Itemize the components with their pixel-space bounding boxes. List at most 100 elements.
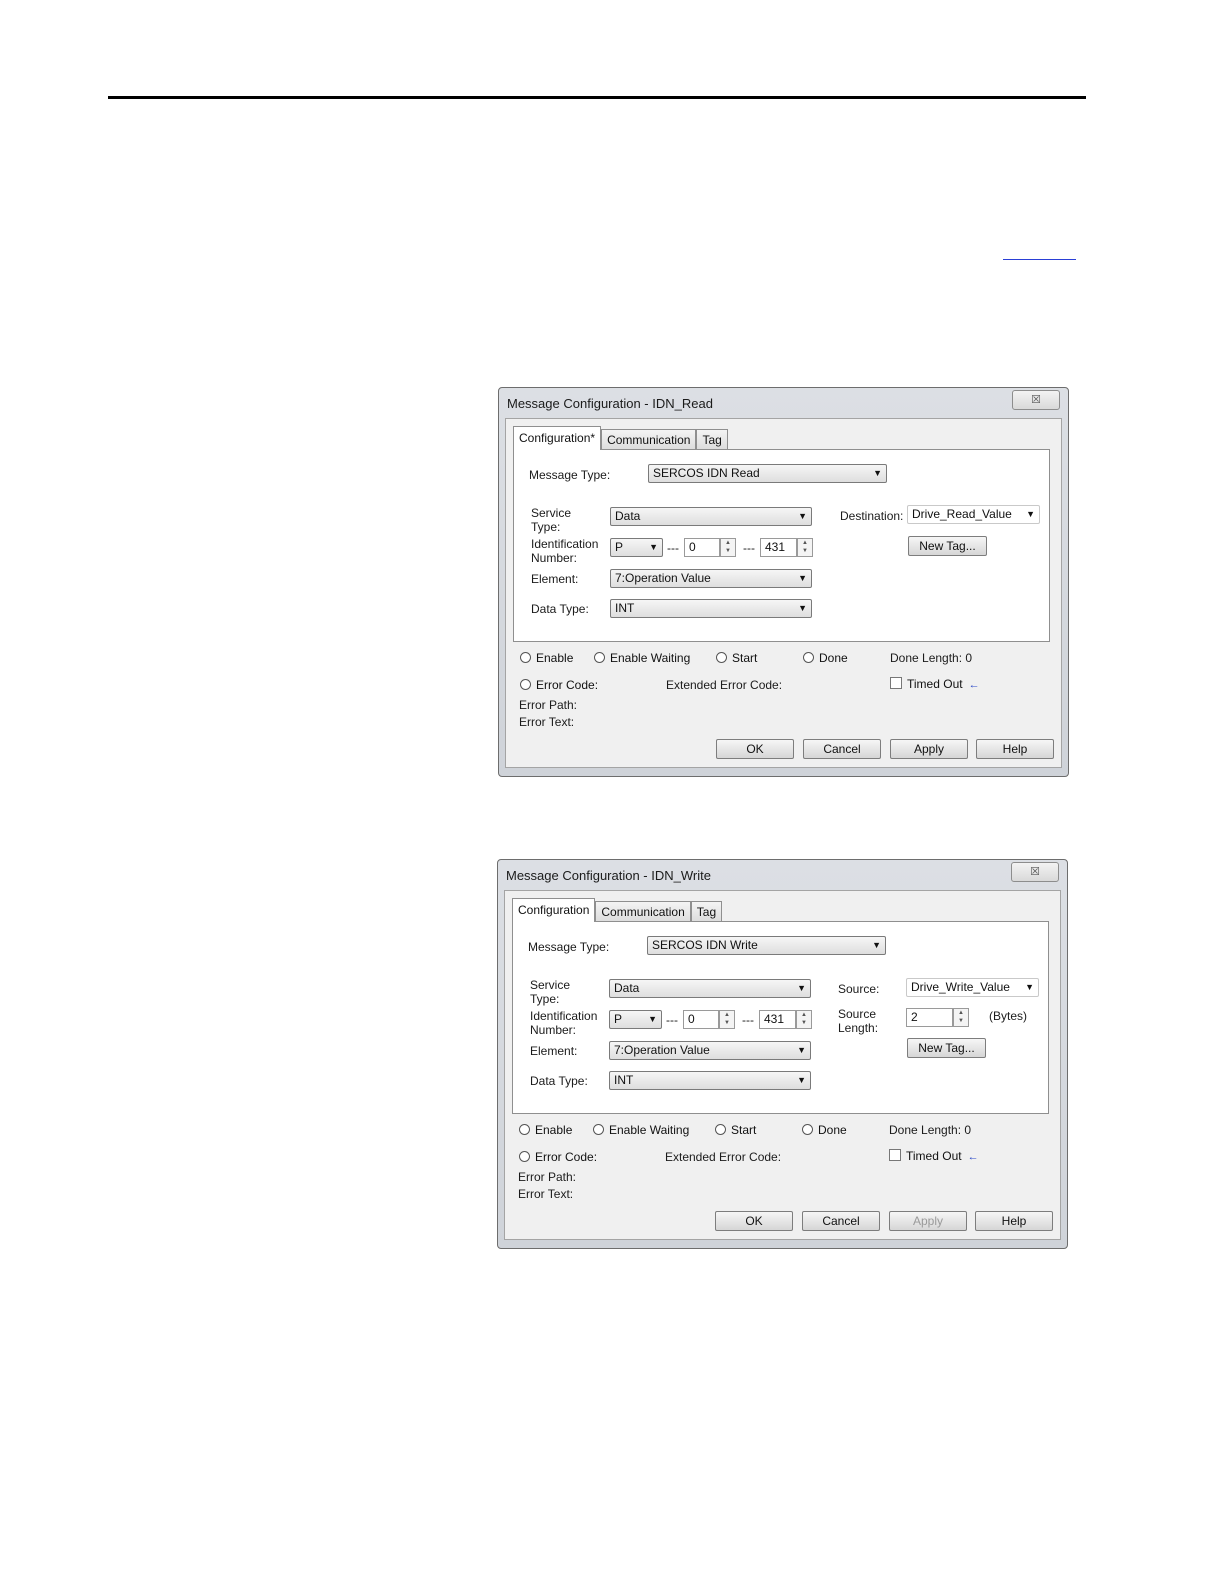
id-block-spinner[interactable]: ▲ ▼ bbox=[719, 1010, 735, 1029]
ok-button[interactable]: OK bbox=[715, 1211, 793, 1231]
configuration-panel: Message Type: SERCOS IDN Read ▼ Service Ty… bbox=[513, 449, 1050, 642]
id-block-spinner[interactable]: ▲ ▼ bbox=[720, 538, 736, 557]
source-length-spinner[interactable]: ▲ ▼ bbox=[953, 1008, 969, 1027]
service-type-select[interactable]: Data ▼ bbox=[609, 979, 811, 998]
page-header-rule bbox=[108, 96, 1086, 99]
destination-select[interactable]: Drive_Read_Value ▼ bbox=[907, 505, 1040, 524]
radio-dot-icon bbox=[716, 652, 727, 663]
start-indicator: Start bbox=[716, 651, 757, 665]
id-number-field[interactable]: 431 bbox=[759, 1010, 796, 1029]
checkbox-icon bbox=[890, 677, 902, 689]
destination-label: Destination: bbox=[840, 509, 904, 523]
bytes-unit: (Bytes) bbox=[989, 1009, 1028, 1023]
message-type-label: Message Type: bbox=[528, 940, 610, 954]
id-number-field[interactable]: 431 bbox=[760, 538, 797, 557]
identification-number-label: Identification Number: bbox=[531, 537, 599, 565]
dialog-title: Message Configuration - IDN_Read bbox=[507, 396, 713, 411]
element-select[interactable]: 7:Operation Value ▼ bbox=[610, 569, 812, 588]
source-value: Drive_Write_Value bbox=[911, 980, 1010, 994]
message-type-value: SERCOS IDN Read bbox=[653, 466, 760, 480]
tab-communication[interactable]: Communication bbox=[601, 429, 697, 450]
service-type-label: Service Type: bbox=[530, 978, 571, 1006]
help-button[interactable]: Help bbox=[976, 739, 1054, 759]
chevron-down-icon: ▼ bbox=[797, 983, 806, 993]
source-select[interactable]: Drive_Write_Value ▼ bbox=[906, 978, 1039, 997]
radio-dot-icon bbox=[594, 652, 605, 663]
id-block-field[interactable]: 0 bbox=[683, 1010, 719, 1029]
element-select[interactable]: 7:Operation Value ▼ bbox=[609, 1041, 811, 1060]
arrow-left-icon: ← bbox=[968, 679, 980, 691]
chevron-down-icon: ▼ bbox=[1026, 509, 1035, 519]
page-link-underline[interactable] bbox=[1003, 258, 1076, 260]
dialog-idn-read: Message Configuration - IDN_Read ☒ Confi… bbox=[498, 387, 1069, 777]
id-number-spinner[interactable]: ▲ ▼ bbox=[797, 538, 813, 557]
id-set-select[interactable]: P ▼ bbox=[609, 1010, 662, 1029]
cancel-button[interactable]: Cancel bbox=[802, 1211, 880, 1231]
close-button[interactable]: ☒ bbox=[1011, 862, 1059, 882]
error-text-label: Error Text: bbox=[518, 1187, 574, 1201]
radio-dot-icon bbox=[715, 1124, 726, 1135]
enable-waiting-indicator: Enable Waiting bbox=[594, 651, 690, 665]
chevron-down-icon: ▼ bbox=[873, 468, 882, 478]
tab-strip: Configuration Communication Tag bbox=[512, 898, 723, 922]
identification-number-label: Identification Number: bbox=[530, 1009, 598, 1037]
extended-error-code-label: Extended Error Code: bbox=[665, 1150, 782, 1164]
done-length: Done Length: 0 bbox=[890, 651, 973, 665]
help-button[interactable]: Help bbox=[975, 1211, 1053, 1231]
message-type-label: Message Type: bbox=[529, 468, 611, 482]
apply-button[interactable]: Apply bbox=[889, 1211, 967, 1231]
extended-error-code-label: Extended Error Code: bbox=[666, 678, 783, 692]
tab-strip: Configuration* Communication Tag bbox=[513, 426, 728, 450]
cancel-button[interactable]: Cancel bbox=[803, 739, 881, 759]
chevron-down-icon: ▼ bbox=[798, 511, 807, 521]
message-type-select[interactable]: SERCOS IDN Write ▼ bbox=[647, 936, 886, 955]
chevron-down-icon: ▼ bbox=[872, 940, 881, 950]
ok-button[interactable]: OK bbox=[716, 739, 794, 759]
tab-configuration[interactable]: Configuration* bbox=[513, 426, 602, 450]
error-text-label: Error Text: bbox=[519, 715, 575, 729]
arrow-left-icon: ← bbox=[967, 1151, 979, 1163]
id-separator: --- bbox=[666, 1013, 678, 1027]
dialog-idn-write: Message Configuration - IDN_Write ☒ Conf… bbox=[497, 859, 1068, 1249]
element-value: 7:Operation Value bbox=[615, 571, 711, 585]
apply-button[interactable]: Apply bbox=[890, 739, 968, 759]
element-label: Element: bbox=[531, 572, 579, 586]
tab-tag[interactable]: Tag bbox=[696, 429, 728, 450]
data-type-select[interactable]: INT ▼ bbox=[610, 599, 812, 618]
id-block-field[interactable]: 0 bbox=[684, 538, 720, 557]
radio-dot-icon bbox=[593, 1124, 604, 1135]
radio-dot-icon bbox=[802, 1124, 813, 1135]
data-type-select[interactable]: INT ▼ bbox=[609, 1071, 811, 1090]
error-path-label: Error Path: bbox=[518, 1170, 577, 1184]
radio-dot-icon bbox=[520, 679, 531, 690]
message-type-value: SERCOS IDN Write bbox=[652, 938, 758, 952]
destination-value: Drive_Read_Value bbox=[912, 507, 1012, 521]
done-length: Done Length: 0 bbox=[889, 1123, 972, 1137]
done-indicator: Done bbox=[803, 651, 848, 665]
close-button[interactable]: ☒ bbox=[1012, 390, 1060, 410]
chevron-down-icon: ▼ bbox=[798, 603, 807, 613]
tab-tag[interactable]: Tag bbox=[690, 901, 723, 922]
new-tag-button[interactable]: New Tag... bbox=[908, 536, 987, 556]
service-type-value: Data bbox=[614, 981, 640, 995]
chevron-down-icon: ▼ bbox=[797, 1045, 806, 1055]
data-type-value: INT bbox=[615, 601, 635, 615]
tab-configuration[interactable]: Configuration bbox=[512, 898, 596, 922]
id-separator-2: --- bbox=[742, 1013, 754, 1027]
chevron-down-icon: ▼ bbox=[1025, 982, 1034, 992]
new-tag-button[interactable]: New Tag... bbox=[907, 1038, 986, 1058]
timed-out-checkbox[interactable]: Timed Out ← bbox=[890, 677, 980, 692]
id-number-spinner[interactable]: ▲ ▼ bbox=[796, 1010, 812, 1029]
id-set-select[interactable]: P ▼ bbox=[610, 538, 663, 557]
tab-communication[interactable]: Communication bbox=[595, 901, 691, 922]
message-type-select[interactable]: SERCOS IDN Read ▼ bbox=[648, 464, 887, 483]
timed-out-checkbox[interactable]: Timed Out ← bbox=[889, 1149, 979, 1164]
dialog-body: Configuration* Communication Tag Message… bbox=[505, 418, 1062, 768]
checkbox-icon bbox=[889, 1149, 901, 1161]
done-indicator: Done bbox=[802, 1123, 847, 1137]
error-path-label: Error Path: bbox=[519, 698, 578, 712]
chevron-down-icon: ▼ bbox=[649, 542, 658, 552]
service-type-select[interactable]: Data ▼ bbox=[610, 507, 812, 526]
radio-dot-icon bbox=[519, 1124, 530, 1135]
source-length-field[interactable]: 2 bbox=[906, 1008, 953, 1027]
